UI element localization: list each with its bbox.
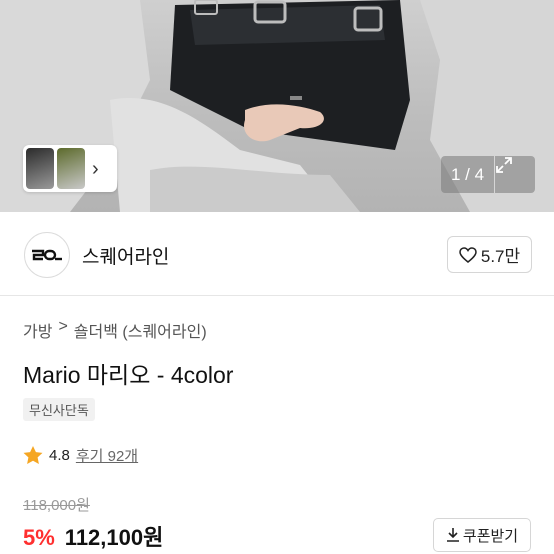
reviews-link[interactable]: 후기 92개: [76, 445, 138, 466]
image-counter: 1 / 4: [441, 156, 494, 193]
breadcrumb-item-shoulder-bag[interactable]: 숄더백 (스퀘어라인): [74, 318, 207, 342]
coupon-label: 쿠폰받기: [462, 527, 519, 545]
breadcrumb-separator: >: [58, 318, 68, 335]
discount-rate: 5%: [23, 525, 55, 550]
breadcrumb: 가방 > 숄더백 (스퀘어라인): [23, 318, 207, 342]
chevron-right-icon[interactable]: ›: [92, 159, 99, 179]
brand-name[interactable]: 스퀘어라인: [82, 242, 169, 269]
star-icon: [23, 446, 43, 464]
brand-logo[interactable]: [24, 232, 70, 278]
price-row: 5% 112,100원: [23, 520, 163, 552]
thumbnail-strip[interactable]: ›: [23, 145, 117, 192]
like-button[interactable]: 5.7만: [447, 236, 532, 273]
sale-price: 112,100원: [64, 525, 164, 550]
brand-row: 스퀘어라인 5.7만: [0, 212, 554, 296]
thumbnail-2[interactable]: [57, 148, 85, 189]
rating-value: 4.8: [49, 447, 70, 464]
thumbnail-1[interactable]: [26, 148, 54, 189]
exclusive-badge: 무신사단독: [23, 398, 95, 421]
product-image[interactable]: › 1 / 4: [0, 0, 554, 212]
like-count: 5.7만: [480, 247, 521, 266]
expand-button[interactable]: [495, 156, 535, 193]
rating-row: 4.8 후기 92개: [23, 445, 138, 466]
product-title: Mario 마리오 - 4color: [23, 362, 234, 388]
expand-icon: [496, 157, 512, 173]
breadcrumb-item-bag[interactable]: 가방: [23, 318, 52, 342]
coupon-button[interactable]: 쿠폰받기: [433, 518, 531, 552]
heart-icon: [459, 246, 477, 263]
original-price: 118,000원: [23, 497, 90, 514]
brand-logo-mark: [32, 249, 62, 261]
download-icon: [446, 528, 459, 542]
